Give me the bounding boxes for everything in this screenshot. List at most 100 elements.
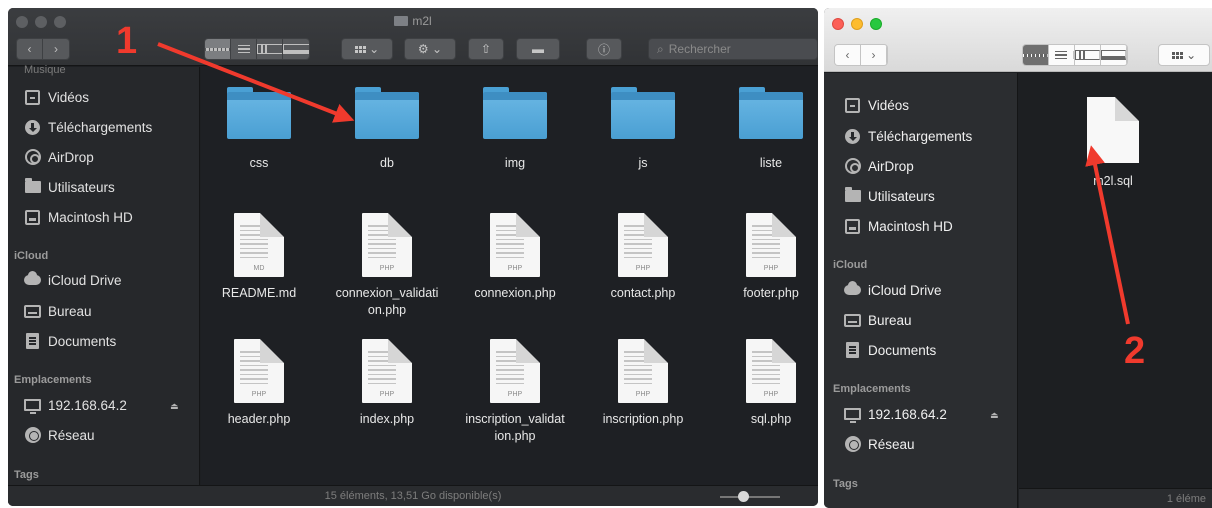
- icon-view-button[interactable]: [1023, 45, 1049, 65]
- slider-knob[interactable]: [738, 491, 749, 502]
- film-icon: [25, 89, 40, 105]
- share-button[interactable]: ⇧: [468, 38, 504, 60]
- file-item[interactable]: PHP index.php: [332, 339, 442, 428]
- finder-window-left: m2l ‹ › ⌄ ⚙ ⌄ ⇧ ▬ ⓘ ⌕ Rechercher Musique …: [8, 8, 818, 506]
- sidebar-item-videos[interactable]: Vidéos: [24, 89, 89, 105]
- sidebar-item-downloads[interactable]: Téléchargements: [844, 128, 972, 144]
- forward-button[interactable]: ›: [861, 45, 887, 65]
- sidebar-item-users[interactable]: Utilisateurs: [24, 178, 115, 195]
- monitor-icon: [24, 399, 41, 414]
- file-item[interactable]: PHP sql.php: [716, 339, 818, 428]
- file-item[interactable]: PHP connexion.php: [460, 213, 570, 302]
- forward-button[interactable]: ›: [43, 39, 69, 59]
- sidebar-item-network[interactable]: Réseau: [844, 436, 915, 452]
- nav-back-forward: ‹ ›: [16, 38, 70, 60]
- file-item-sql[interactable]: m2l.sql: [1063, 97, 1163, 190]
- columns-icon: [257, 44, 282, 54]
- info-icon: ⓘ: [597, 42, 610, 57]
- icon-view-button[interactable]: [205, 39, 231, 59]
- document-icon: [26, 333, 39, 349]
- sidebar-item-macintosh-hd[interactable]: Macintosh HD: [844, 218, 953, 234]
- folder-item[interactable]: liste: [716, 87, 818, 172]
- close-button[interactable]: [832, 18, 844, 30]
- sidebar: Musique Vidéos Téléchargements AirDrop U…: [8, 64, 200, 506]
- file-item[interactable]: MD README.md: [204, 213, 314, 302]
- file-item[interactable]: PHP inscription.php: [588, 339, 698, 428]
- column-view-button[interactable]: [257, 39, 283, 59]
- section-header-icloud: iCloud: [14, 250, 49, 262]
- list-view-button[interactable]: [1049, 45, 1075, 65]
- folder-icon: [739, 87, 803, 139]
- gallery-view-button[interactable]: [283, 39, 309, 59]
- file-item[interactable]: PHP footer.php: [716, 213, 818, 302]
- download-icon: [845, 128, 860, 144]
- grid-icon: [1023, 53, 1048, 57]
- status-bar: 15 éléments, 13,51 Go disponible(s): [8, 485, 818, 506]
- desktop-icon: [24, 304, 41, 318]
- minimize-button[interactable]: [851, 18, 863, 30]
- back-button[interactable]: ‹: [835, 45, 861, 65]
- gallery-icon: [1101, 50, 1126, 60]
- back-button[interactable]: ‹: [17, 39, 43, 59]
- file-item[interactable]: PHP contact.php: [588, 213, 698, 302]
- sidebar-item-downloads[interactable]: Téléchargements: [24, 119, 152, 135]
- folder-item[interactable]: img: [460, 87, 570, 172]
- group-button[interactable]: ⌄: [341, 38, 393, 60]
- sidebar-item-airdrop[interactable]: AirDrop: [844, 158, 914, 174]
- hard-drive-icon: [845, 218, 860, 234]
- folder-icon: [611, 87, 675, 139]
- zoom-button[interactable]: [870, 18, 882, 30]
- sidebar-item-server[interactable]: 192.168.64.2: [844, 406, 947, 423]
- info-button[interactable]: ⓘ: [586, 38, 622, 60]
- view-switcher: [204, 38, 310, 60]
- folder-item[interactable]: js: [588, 87, 698, 172]
- sidebar-item-videos[interactable]: Vidéos: [844, 97, 909, 113]
- file-item[interactable]: PHP header.php: [204, 339, 314, 428]
- sidebar-item-server[interactable]: 192.168.64.2: [24, 397, 127, 414]
- file-icon: MD: [234, 213, 284, 277]
- folder-icon: [394, 16, 409, 26]
- sidebar-item-airdrop[interactable]: AirDrop: [24, 149, 94, 165]
- gallery-view-button[interactable]: [1101, 45, 1127, 65]
- gear-icon: ⚙: [417, 42, 429, 56]
- toolbar: ‹ › ⌄: [824, 8, 1212, 72]
- folder-item[interactable]: db: [332, 87, 442, 172]
- action-button[interactable]: ⚙ ⌄: [404, 38, 456, 60]
- section-header-tags: Tags: [14, 469, 39, 481]
- network-icon: [24, 427, 41, 443]
- sidebar-item-documents[interactable]: Documents: [24, 333, 116, 349]
- section-header-tags: Tags: [833, 478, 858, 490]
- sidebar-item-desktop[interactable]: Bureau: [24, 303, 92, 319]
- sidebar-item-icloud-drive[interactable]: iCloud Drive: [844, 281, 942, 298]
- icon-size-slider[interactable]: [720, 491, 780, 502]
- sidebar-item-documents[interactable]: Documents: [844, 342, 936, 358]
- sidebar-item-desktop[interactable]: Bureau: [844, 312, 912, 328]
- search-field[interactable]: ⌕ Rechercher: [648, 38, 818, 60]
- search-icon: ⌕: [657, 41, 664, 56]
- list-view-button[interactable]: [231, 39, 257, 59]
- sidebar-item-macintosh-hd[interactable]: Macintosh HD: [24, 209, 133, 225]
- group-button[interactable]: ⌄: [1158, 44, 1210, 66]
- eject-icon[interactable]: ⏏: [990, 410, 999, 421]
- file-icon: PHP: [362, 339, 412, 403]
- folder-item[interactable]: css: [204, 87, 314, 172]
- group-icon: [354, 45, 366, 53]
- section-header-locations: Emplacements: [14, 374, 92, 386]
- sidebar-item-music[interactable]: Musique: [24, 64, 66, 76]
- file-icon: PHP: [746, 213, 796, 277]
- sidebar-item-icloud-drive[interactable]: iCloud Drive: [24, 271, 122, 288]
- folder-icon: [483, 87, 547, 139]
- tag-button[interactable]: ▬: [516, 38, 560, 60]
- eject-icon[interactable]: ⏏: [170, 401, 179, 412]
- file-item[interactable]: PHP connexion_validati on.php: [332, 213, 442, 319]
- file-icon: PHP: [490, 213, 540, 277]
- network-icon: [844, 436, 861, 452]
- airdrop-icon: [24, 149, 41, 165]
- sidebar: Vidéos Téléchargements AirDrop Utilisate…: [824, 73, 1018, 508]
- sidebar-item-users[interactable]: Utilisateurs: [844, 187, 935, 204]
- file-item[interactable]: PHP inscription_validat ion.php: [460, 339, 570, 445]
- sidebar-item-network[interactable]: Réseau: [24, 427, 95, 443]
- section-header-locations: Emplacements: [833, 383, 911, 395]
- column-view-button[interactable]: [1075, 45, 1101, 65]
- columns-icon: [1075, 50, 1100, 60]
